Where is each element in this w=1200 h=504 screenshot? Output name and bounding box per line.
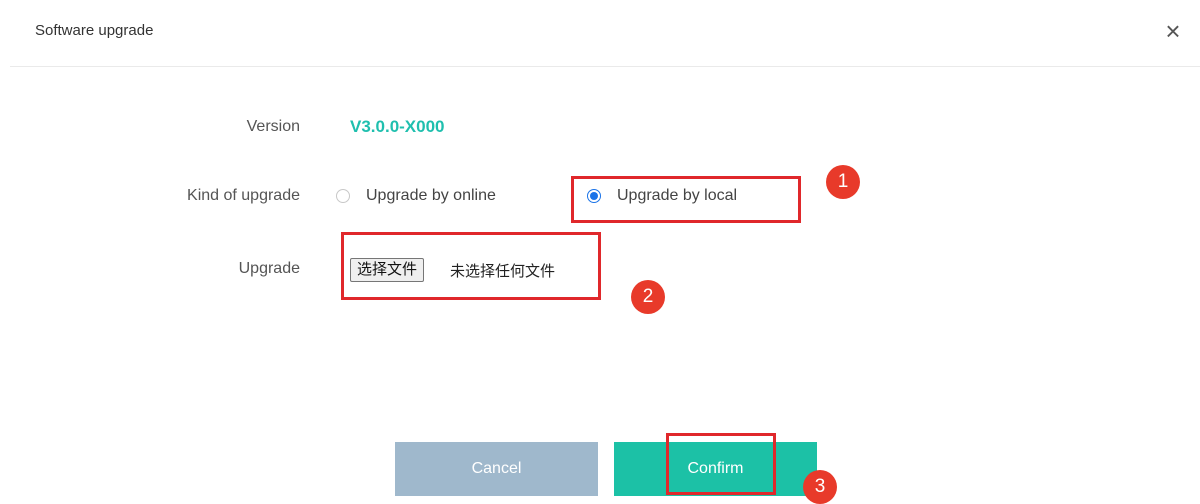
- dialog-title: Software upgrade: [35, 22, 154, 39]
- annotation-number-3: 3: [803, 470, 837, 504]
- annotation-box-1: [571, 176, 801, 223]
- radio-upgrade-online[interactable]: Upgrade by online: [336, 183, 496, 209]
- radio-button-unchecked[interactable]: [336, 189, 350, 203]
- annotation-box-2: [341, 232, 601, 300]
- close-icon[interactable]: ×: [1158, 16, 1188, 46]
- radio-label-online: Upgrade by online: [366, 187, 496, 204]
- annotation-number-1: 1: [826, 165, 860, 199]
- cancel-button-label: Cancel: [471, 460, 522, 477]
- dialog-header: Software upgrade ×: [10, 0, 1200, 67]
- kind-of-upgrade-label: Kind of upgrade: [187, 187, 300, 204]
- upgrade-label: Upgrade: [238, 260, 300, 277]
- version-label: Version: [246, 118, 300, 135]
- annotation-number-2: 2: [631, 280, 665, 314]
- annotation-box-3: [666, 433, 776, 495]
- cancel-button[interactable]: Cancel: [395, 442, 598, 496]
- version-value: V3.0.0-X000: [350, 117, 445, 136]
- software-upgrade-dialog: Software upgrade × Version V3.0.0-X000 K…: [0, 0, 1200, 504]
